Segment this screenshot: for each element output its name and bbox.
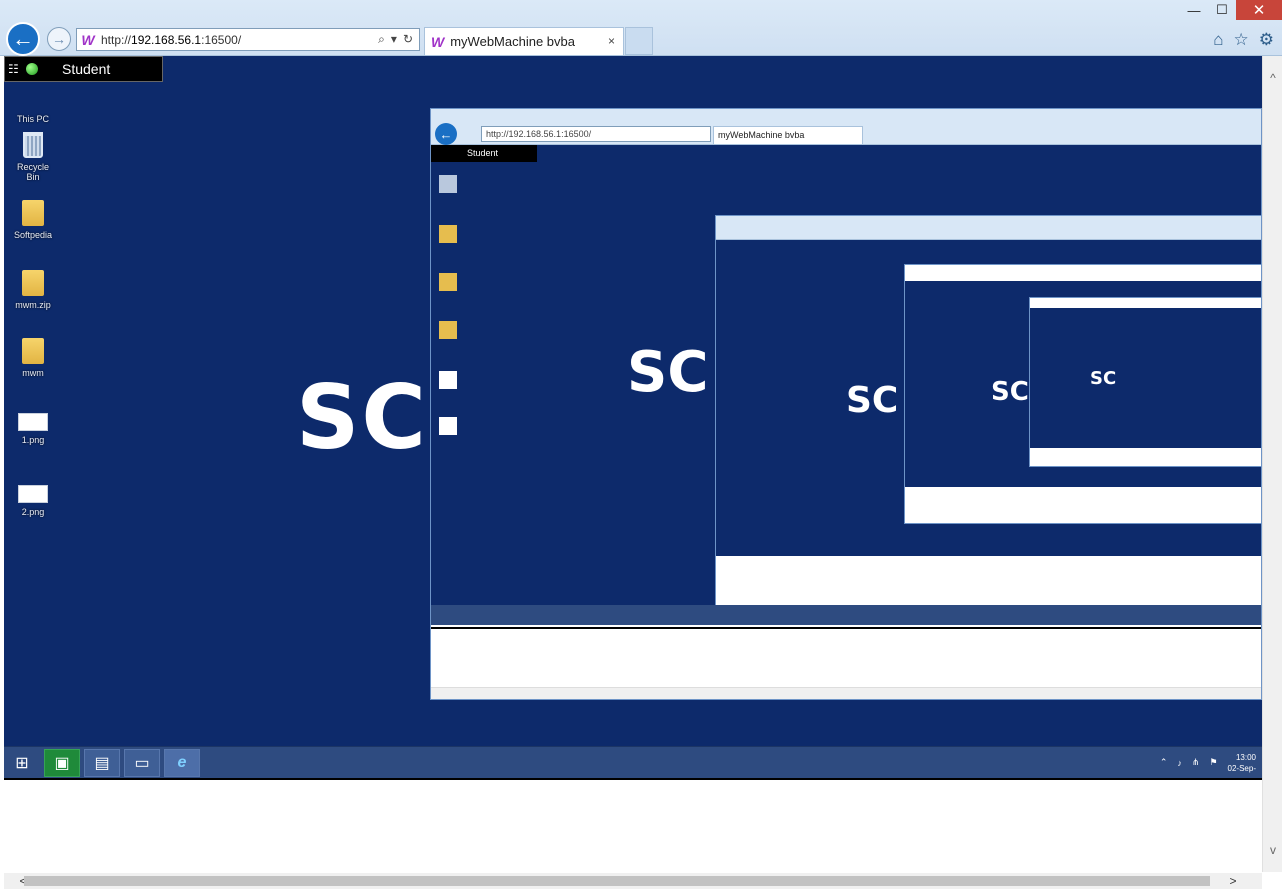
nested-recycle-bin-icon (439, 175, 457, 193)
back-button[interactable]: ← (6, 22, 40, 56)
desktop-icon-2-png[interactable]: 2.png (10, 480, 56, 517)
url-text: http://192.168.56.1:16500/ (101, 32, 242, 47)
nested-back-icon: ← (435, 123, 457, 145)
nested-desktop-4: SC (1030, 308, 1261, 448)
desktop-icon-mwm-zip[interactable]: mwm.zip (10, 270, 56, 310)
zip-folder-icon (22, 270, 44, 296)
nested-browser-chrome: ← http://192.168.56.1:16500/ myWebMachin… (431, 109, 1261, 145)
window-controls: — ☐ ✕ (1180, 0, 1282, 22)
nested-tab-title: myWebMachine bvba (713, 126, 863, 145)
browser-chrome: — ☐ ✕ ← → W http://192.168.56.1:16500/ ⌕… (0, 0, 1282, 56)
nested-horizontal-scrollbar (431, 687, 1261, 699)
file-explorer-icon[interactable]: ▭ (124, 748, 160, 777)
nested-desktop-2: SC SC SC (716, 240, 1261, 556)
search-icon[interactable]: ⌕ (378, 32, 385, 47)
nested-wallpaper-logo: SC (627, 340, 709, 405)
nested-wallpaper-logo-3: SC (991, 377, 1029, 407)
horizontal-scrollbar[interactable]: < > (4, 873, 1262, 889)
flag-icon[interactable]: ⚑ (1209, 757, 1217, 768)
maximize-button[interactable]: ☐ (1208, 0, 1236, 20)
nested-browser-window[interactable]: ← http://192.168.56.1:16500/ myWebMachin… (430, 108, 1262, 700)
tab-mywebmachine[interactable]: W myWebMachine bvba × (424, 27, 624, 55)
nested-browser-window-2: SC SC SC (715, 215, 1261, 609)
remote-user-label: Student (62, 61, 111, 77)
clock[interactable]: 13:00 02-Sep- (1228, 752, 1256, 774)
tab-title: myWebMachine bvba (450, 34, 575, 49)
tray-arrow-icon[interactable]: ⌃ (1160, 757, 1168, 768)
nested-folder-icon (439, 321, 457, 339)
nested-image-file-icon (439, 371, 457, 389)
blank-area (4, 778, 1262, 872)
browser-window: — ☐ ✕ ← → W http://192.168.56.1:16500/ ⌕… (0, 0, 1282, 891)
remote-desktop[interactable]: ☷ Student This PC Recycle Bin Softpedia … (4, 56, 1262, 778)
scroll-up-icon[interactable]: ^ (1263, 68, 1282, 88)
folder-icon (22, 338, 44, 364)
desktop-icon-recycle-bin[interactable]: Recycle Bin (10, 132, 56, 182)
vertical-scrollbar[interactable]: ^ v (1262, 56, 1282, 872)
taskbar: ⊞ ▣ ▤ ▭ e ⌃ ♪ ⋔ ⚑ 13:00 02-Sep- (4, 746, 1262, 778)
internet-explorer-icon[interactable]: e (164, 748, 200, 777)
image-file-icon (18, 485, 48, 503)
star-icon[interactable]: ☆ (1234, 30, 1249, 50)
desktop-icon-mwm[interactable]: mwm (10, 338, 56, 378)
minimize-button[interactable]: — (1180, 0, 1208, 20)
volume-icon[interactable]: ♪ (1177, 758, 1182, 768)
dropdown-arrow-icon[interactable]: ▾ (391, 32, 397, 47)
wallpaper-logo: SC (296, 366, 428, 469)
address-bar[interactable]: W http://192.168.56.1:16500/ ⌕ ▾ ↻ (76, 28, 420, 51)
scroll-right-icon[interactable]: > (1224, 873, 1242, 889)
nested-address-bar: http://192.168.56.1:16500/ (481, 126, 711, 142)
tab-close-icon[interactable]: × (608, 34, 615, 48)
nested-browser-window-4: SC (1029, 297, 1261, 467)
horizontal-scroll-thumb[interactable] (24, 876, 1210, 886)
scroll-down-icon[interactable]: v (1263, 840, 1282, 860)
site-logo-icon: W (81, 31, 95, 48)
folder-icon (22, 200, 44, 226)
system-tray: ⌃ ♪ ⋔ ⚑ 13:00 02-Sep- (1160, 752, 1262, 774)
nested-folder-icon (439, 225, 457, 243)
nested-blank-area (431, 627, 1261, 687)
forward-button[interactable]: → (47, 27, 71, 51)
nested-desktop-3: SC SC (905, 281, 1261, 487)
desktop-icon-1-png[interactable]: 1.png (10, 408, 56, 445)
nested-image-file-icon (439, 417, 457, 435)
nested-browser-window-3: SC SC (904, 264, 1261, 524)
remote-toolbar[interactable]: ☷ Student (4, 56, 163, 82)
menu-icon[interactable]: ☷ (8, 63, 24, 75)
close-button[interactable]: ✕ (1236, 0, 1282, 20)
store-icon[interactable]: ▣ (44, 748, 80, 777)
new-tab-button[interactable] (625, 27, 653, 55)
gear-icon[interactable]: ⚙ (1259, 30, 1274, 50)
pc-icon (19, 82, 47, 110)
nested-remote-toolbar: Student (431, 145, 537, 162)
home-icon[interactable]: ⌂ (1213, 30, 1223, 50)
nested-desktop: Student SC SC SC SC (431, 145, 1261, 625)
status-led-icon (26, 63, 38, 75)
network-icon[interactable]: ⋔ (1192, 757, 1200, 768)
remote-viewport[interactable]: ☷ Student This PC Recycle Bin Softpedia … (4, 56, 1262, 872)
windows-start-icon[interactable]: ⊞ (4, 748, 40, 778)
nested-wallpaper-logo-4: SC (1090, 368, 1117, 389)
nested-taskbar (431, 605, 1261, 625)
recycle-bin-icon (23, 132, 43, 158)
nested-folder-icon (439, 273, 457, 291)
nested-wallpaper-logo-2: SC (846, 380, 899, 421)
refresh-icon[interactable]: ↻ (403, 32, 413, 47)
server-manager-icon[interactable]: ▤ (84, 748, 120, 777)
desktop-icon-this-pc[interactable]: This PC (10, 82, 56, 124)
nested-chrome-2 (716, 216, 1261, 240)
image-file-icon (18, 413, 48, 431)
desktop-icon-softpedia[interactable]: Softpedia (10, 200, 56, 240)
site-logo-icon: W (431, 33, 445, 50)
